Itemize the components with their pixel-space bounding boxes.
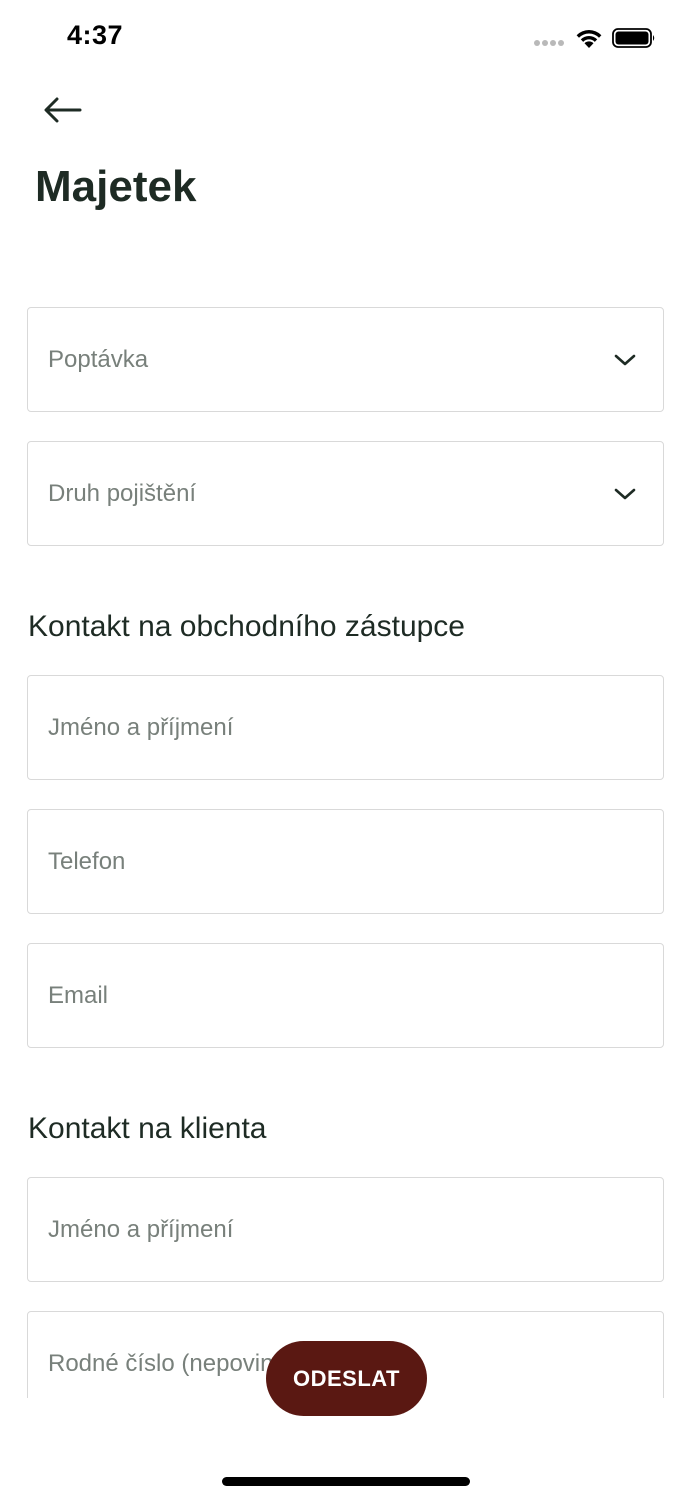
sales-rep-email-input[interactable]: Email <box>27 943 664 1048</box>
home-indicator <box>222 1477 470 1486</box>
sales-rep-name-placeholder: Jméno a příjmení <box>48 713 234 741</box>
status-bar: 4:37 <box>0 0 693 80</box>
client-name-placeholder: Jméno a příjmení <box>48 1215 234 1243</box>
sales-rep-name-input[interactable]: Jméno a příjmení <box>27 675 664 780</box>
inquiry-select[interactable]: Poptávka <box>27 307 664 412</box>
sales-rep-phone-placeholder: Telefon <box>48 847 126 875</box>
chevron-down-icon <box>614 354 636 365</box>
cellular-signal-icon <box>534 40 566 48</box>
wifi-icon <box>576 30 602 48</box>
chevron-down-icon <box>614 488 636 499</box>
page-title: Majetek <box>35 162 197 211</box>
arrow-left-icon <box>44 97 82 123</box>
back-button[interactable] <box>40 90 86 130</box>
client-contact-heading: Kontakt na klienta <box>28 1112 267 1145</box>
sales-rep-email-placeholder: Email <box>48 981 109 1009</box>
inquiry-select-placeholder: Poptávka <box>48 345 149 373</box>
sales-rep-phone-input[interactable]: Telefon <box>27 809 664 914</box>
insurance-type-select[interactable]: Druh pojištění <box>27 441 664 546</box>
battery-icon <box>612 28 655 48</box>
status-time: 4:37 <box>67 20 124 50</box>
client-name-input[interactable]: Jméno a příjmení <box>27 1177 664 1282</box>
insurance-type-select-placeholder: Druh pojištění <box>48 479 197 507</box>
submit-button[interactable]: ODESLAT <box>266 1341 427 1416</box>
sales-rep-contact-heading: Kontakt na obchodního zástupce <box>28 610 465 643</box>
